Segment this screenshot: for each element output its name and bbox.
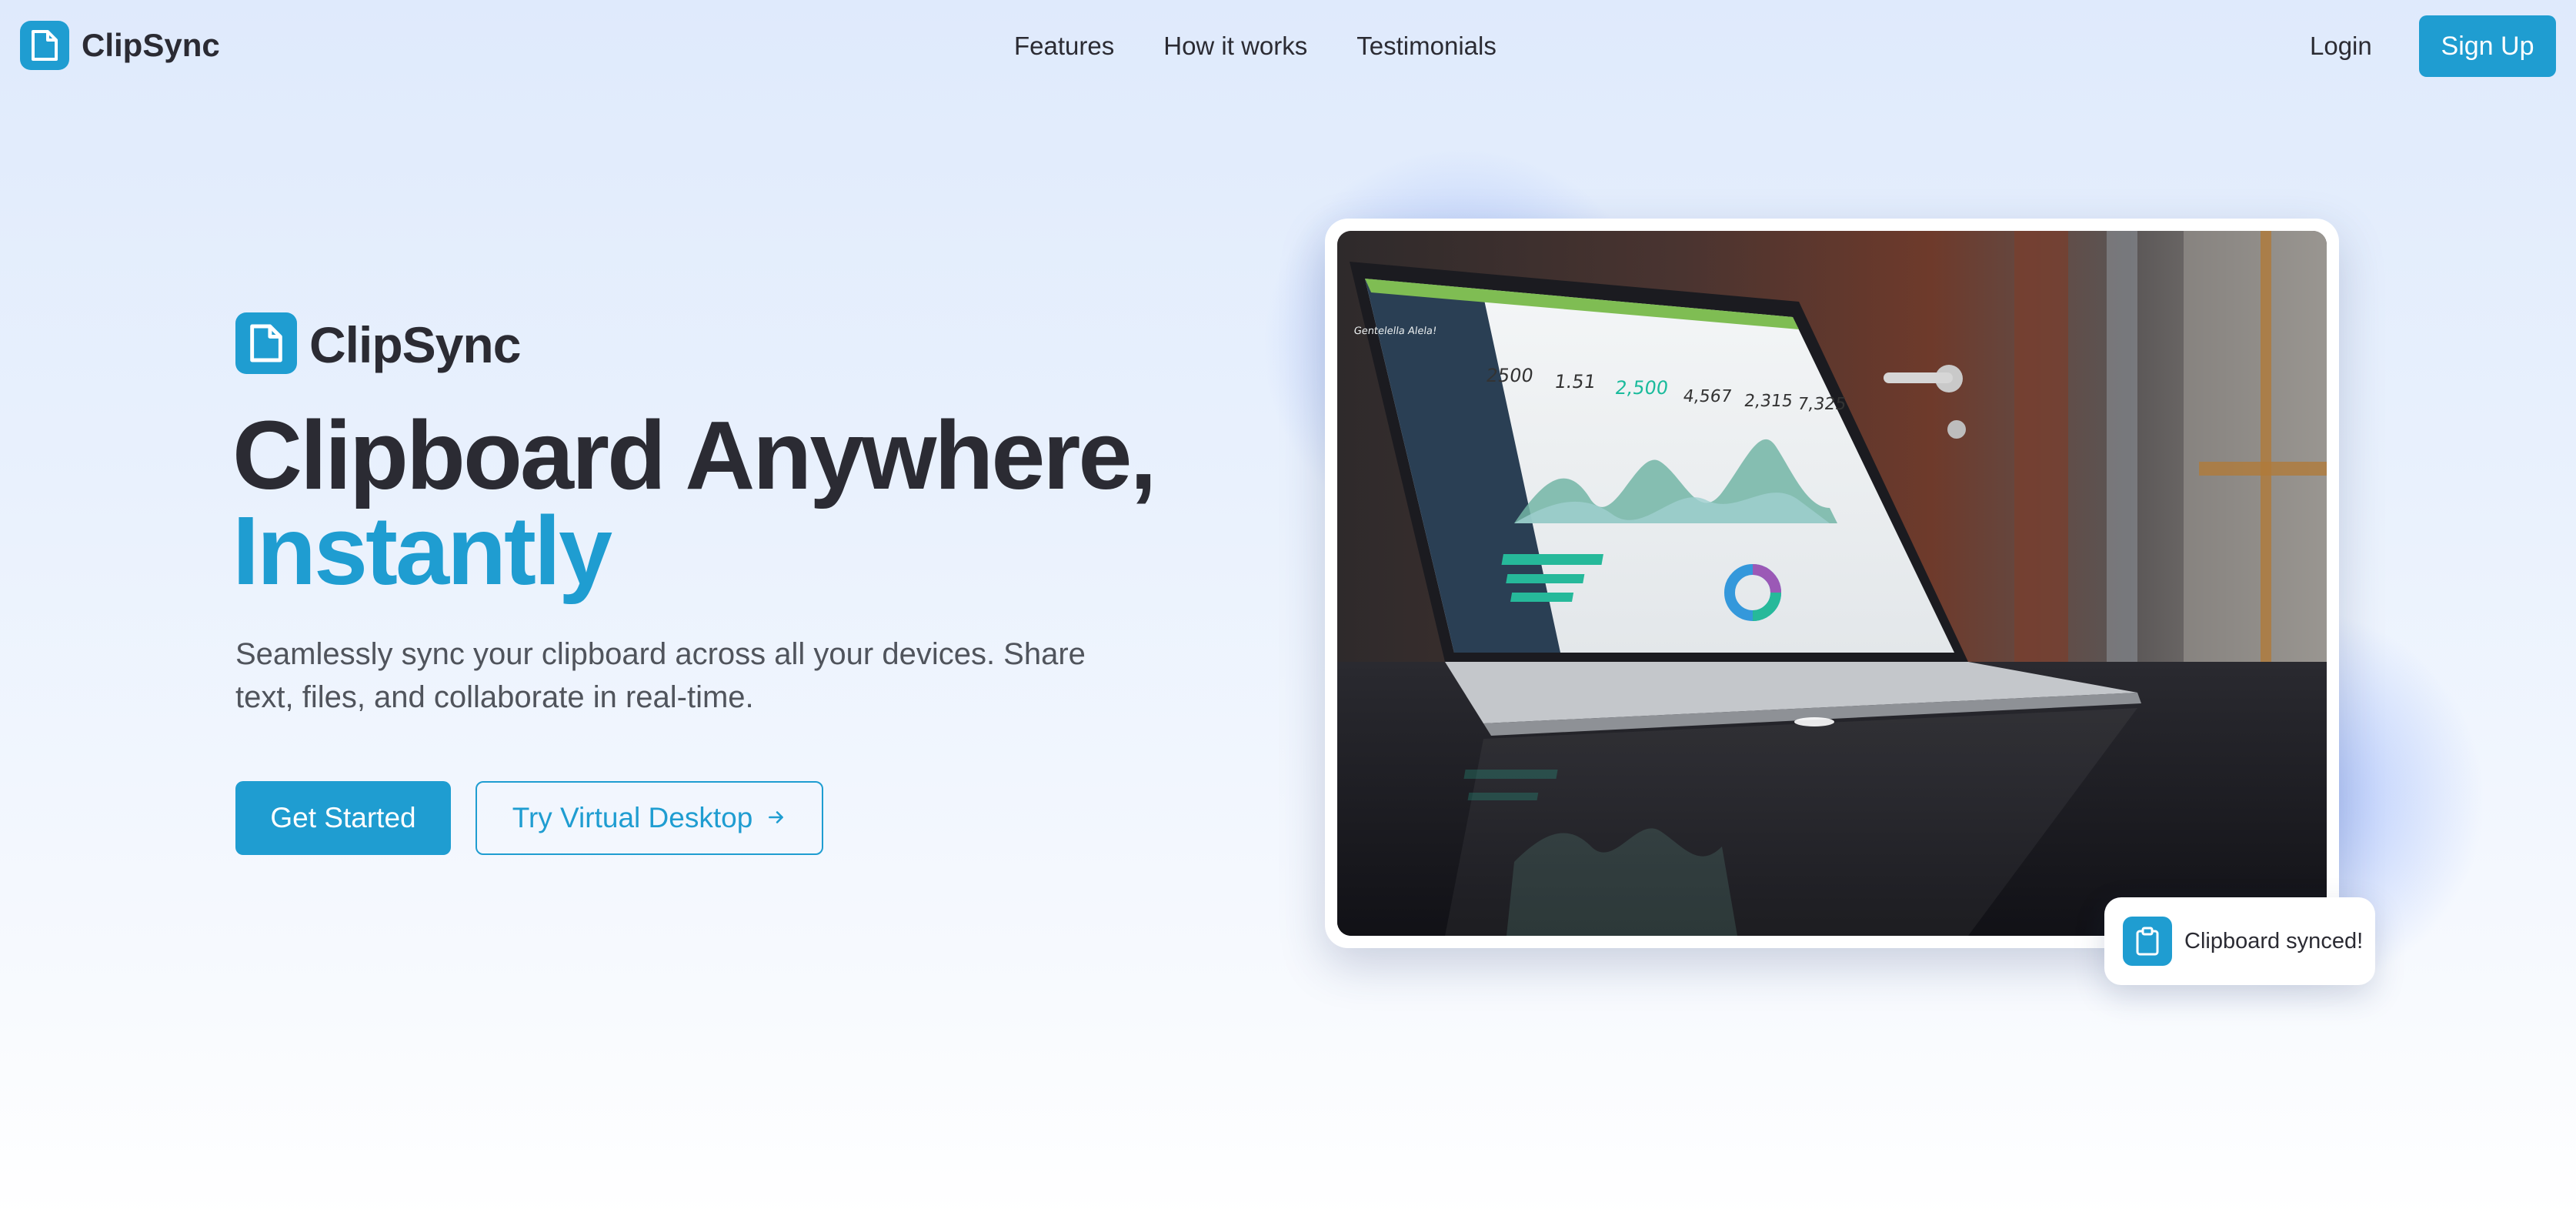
hero-brand: ClipSync	[309, 316, 521, 373]
clipboard-icon	[2123, 917, 2172, 966]
screen-stat: 2,500	[1613, 377, 1670, 399]
try-virtual-desktop-button[interactable]: Try Virtual Desktop	[475, 781, 823, 855]
nav-link-testimonials[interactable]: Testimonials	[1356, 29, 1497, 63]
screen-stat: 2,315	[1743, 391, 1794, 411]
logo-icon[interactable]	[20, 21, 69, 70]
nav-links: Features How it works Testimonials	[1014, 29, 1497, 63]
hero-headline: Clipboard Anywhere, Instantly	[232, 401, 1157, 605]
headline-line-2: Instantly	[232, 496, 612, 605]
login-link[interactable]: Login	[2310, 29, 2372, 63]
screen-stat: 2500	[1485, 365, 1535, 386]
screen-stat: 4,567	[1682, 386, 1733, 406]
get-started-button[interactable]: Get Started	[235, 781, 451, 855]
nav-link-features[interactable]: Features	[1014, 29, 1114, 63]
screen-stat: 1.51	[1553, 371, 1597, 392]
headline-line-1: Clipboard Anywhere,	[232, 401, 1157, 509]
clipboard-synced-toast: Clipboard synced!	[2104, 897, 2375, 985]
toast-text: Clipboard synced!	[2184, 928, 2364, 953]
hero-logo-icon	[235, 312, 297, 374]
signup-button[interactable]: Sign Up	[2419, 15, 2556, 77]
try-virtual-desktop-label: Try Virtual Desktop	[512, 802, 753, 833]
top-nav: ClipSync Features How it works Testimoni…	[0, 0, 2576, 92]
nav-brand[interactable]: ClipSync	[82, 26, 220, 65]
screen-stat: 7,325	[1797, 394, 1848, 414]
arrow-right-icon	[766, 802, 786, 834]
nav-link-how-it-works[interactable]: How it works	[1163, 29, 1307, 63]
laptop-photo: 2500 1.51 2,500 4,567 2,315 7,325 Gentel…	[1337, 231, 2327, 936]
screen-brand: Gentelella Alela!	[1353, 326, 1438, 337]
hero-image-frame: 2500 1.51 2,500 4,567 2,315 7,325 Gentel…	[1325, 219, 2339, 948]
hero-subtext: Seamlessly sync your clipboard across al…	[235, 637, 1086, 714]
